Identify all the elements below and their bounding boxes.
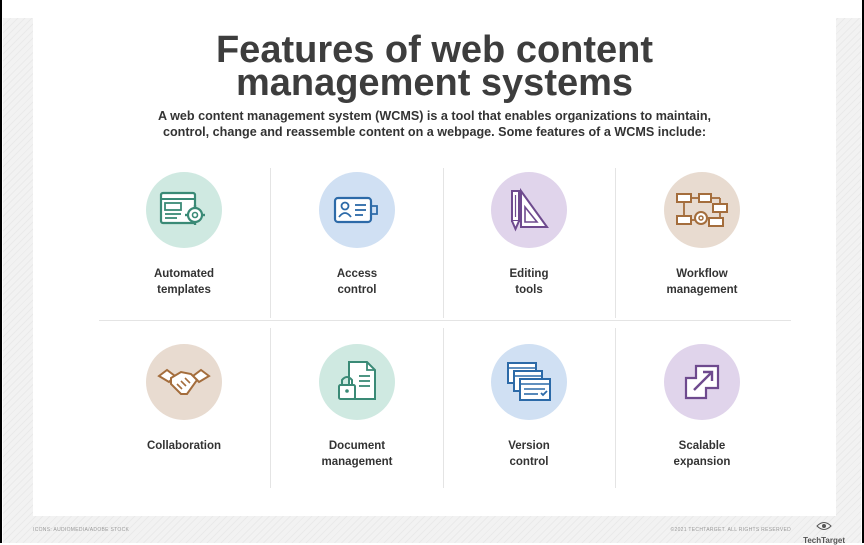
infographic-card: Features of web content management syste… [33,18,836,516]
feature-label-line: templates [157,284,211,296]
feature-label-line: management [666,284,738,296]
feature-label: Version control [454,438,604,470]
page-title: Features of web content management syste… [33,31,836,104]
feature-label-line: Scalable [678,440,726,452]
divider [443,328,444,488]
feature-icon-circle [319,344,395,420]
feature-label-line: expansion [673,456,731,468]
copyright-notice: ©2021 TECHTARGET. ALL RIGHTS RESERVED [670,527,791,533]
feature-icon-circle [491,344,567,420]
feature-label-line: Document [328,440,386,452]
feature-label-line: control [337,284,377,296]
expand-arrow-icon [684,364,720,400]
flowchart-icon [676,193,728,227]
feature-label-line: Automated [153,268,215,280]
infographic-panel: Features of web content management syste… [3,18,861,545]
stacked-windows-icon [507,362,551,401]
locked-document-icon [338,361,376,400]
divider [270,168,271,318]
eye-logo-icon [816,522,832,530]
feature-label-line: management [321,456,393,468]
divider [99,320,791,321]
divider [615,328,616,488]
feature-label: Access control [282,266,432,298]
feature-icon-circle [146,344,222,420]
title-line-2: management systems [235,62,634,104]
intro-line-1: A web content management system (WCMS) i… [157,109,712,123]
feature-label-line: Version [508,440,550,452]
feature-label: Scalable expansion [627,438,777,470]
feature-collaboration: Collaboration [109,344,259,454]
feature-icon-circle [491,172,567,248]
feature-access-control: Access control [282,172,432,298]
intro-text: A web content management system (WCMS) i… [103,108,766,140]
id-card-icon [333,196,378,224]
divider [443,168,444,318]
intro-line-2: control, change and reassemble content o… [162,125,707,139]
divider [270,328,271,488]
feature-icon-circle [664,172,740,248]
feature-editing-tools: Editing tools [454,172,604,298]
pencil-ruler-icon [511,187,549,232]
handshake-icon [157,368,211,395]
feature-label: Editing tools [454,266,604,298]
feature-version-control: Version control [454,344,604,470]
feature-label-line: Workflow [676,268,728,280]
feature-icon-circle [664,344,740,420]
feature-scalable-expansion: Scalable expansion [627,344,777,470]
feature-label-line: control [509,456,549,468]
left-border [0,0,2,543]
feature-automated-templates: Automated templates [109,172,259,298]
feature-label-line: Editing [509,268,549,280]
feature-icon-circle [319,172,395,248]
brand-name: TechTarget [803,536,845,545]
feature-label: Automated templates [109,266,259,298]
feature-label: Collaboration [109,438,259,454]
feature-label-line: tools [515,284,543,296]
feature-label: Document management [282,438,432,470]
brand-logo: TechTarget [803,518,845,545]
feature-label: Workflow management [627,266,777,298]
feature-workflow-management: Workflow management [627,172,777,298]
top-strip [0,0,864,18]
template-gear-icon [159,191,205,225]
feature-label-line: Access [336,268,378,280]
feature-label-line: Collaboration [146,440,222,452]
divider [615,168,616,318]
feature-document-management: Document management [282,344,432,470]
image-credit: ICONS: AUDIOMEDIA/ADOBE STOCK [33,527,130,533]
feature-icon-circle [146,172,222,248]
